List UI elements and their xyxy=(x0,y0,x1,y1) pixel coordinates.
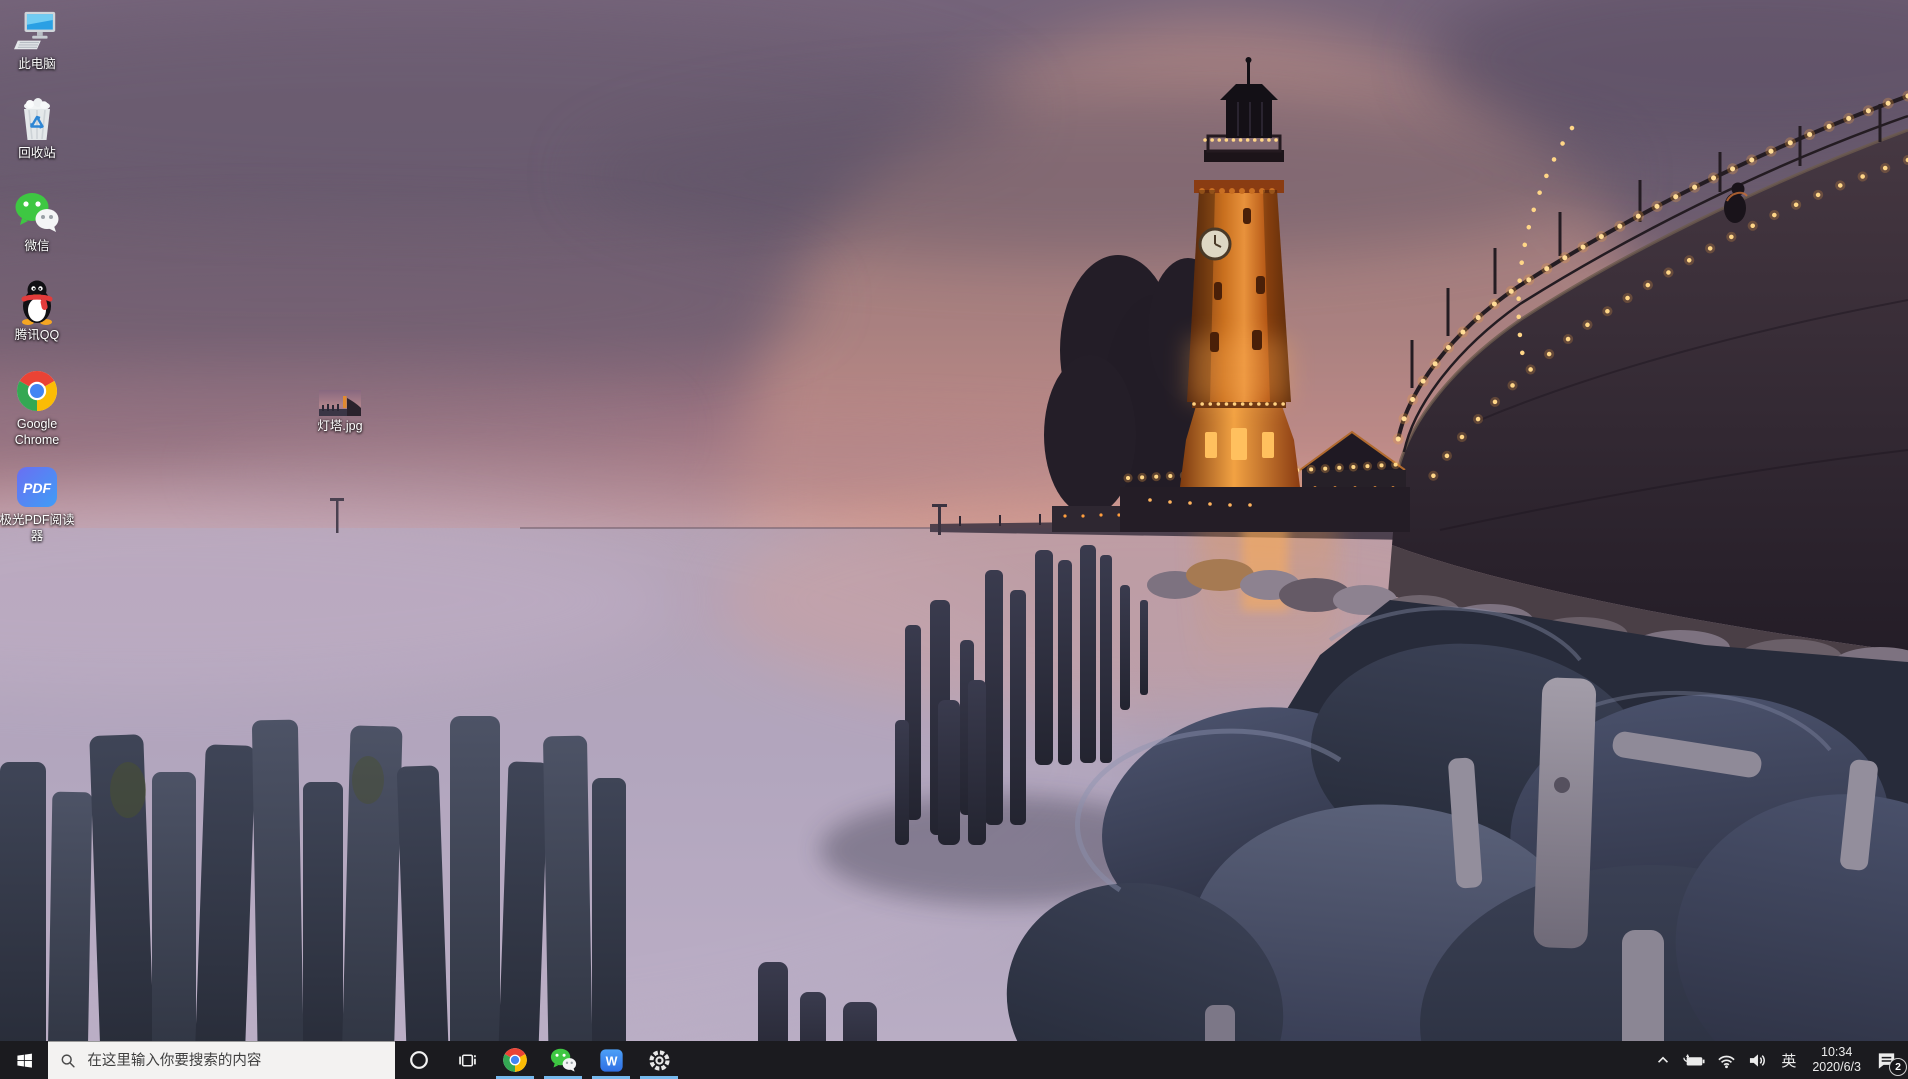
battery-status[interactable] xyxy=(1677,1041,1711,1079)
wifi-icon xyxy=(1717,1052,1736,1069)
notification-badge: 2 xyxy=(1889,1058,1907,1076)
cortana-icon xyxy=(408,1049,430,1071)
cortana-button[interactable] xyxy=(395,1041,443,1079)
desktop-icon-label: 微信 xyxy=(24,239,49,255)
wps-icon: W xyxy=(599,1048,624,1073)
desktop-icon-recycle-bin[interactable]: 回收站 xyxy=(0,97,76,162)
desktop-icon-pdf-reader[interactable]: PDF 极光PDF阅读器 xyxy=(0,464,76,544)
action-center-button[interactable]: 2 xyxy=(1869,1041,1908,1079)
wallpaper-lighthouse-photo xyxy=(0,0,1908,1079)
search-icon xyxy=(60,1052,76,1070)
desktop-icon-chrome[interactable]: Google Chrome xyxy=(0,368,76,448)
chrome-icon xyxy=(14,368,60,414)
svg-text:PDF: PDF xyxy=(23,480,51,496)
windows-logo-icon xyxy=(15,1051,34,1070)
desktop-icon-qq[interactable]: 腾讯QQ xyxy=(0,279,76,344)
task-view-icon xyxy=(457,1050,478,1071)
taskbar: W xyxy=(0,1041,1908,1079)
wechat-icon xyxy=(550,1048,577,1073)
this-pc-icon xyxy=(14,8,60,54)
time-text: 10:34 xyxy=(1821,1045,1852,1060)
ime-indicator[interactable]: 英 xyxy=(1773,1041,1804,1079)
qq-icon xyxy=(14,279,60,325)
task-view-button[interactable] xyxy=(443,1041,491,1079)
volume-status[interactable] xyxy=(1742,1041,1773,1079)
hidden-icons-button[interactable] xyxy=(1649,1041,1677,1079)
desktop-file-label: 灯塔.jpg xyxy=(317,419,362,435)
desktop-icon-label: 此电脑 xyxy=(18,57,56,73)
start-button[interactable] xyxy=(0,1041,48,1079)
svg-text:W: W xyxy=(605,1054,617,1068)
system-tray: 英 10:34 2020/6/3 2 xyxy=(1649,1041,1908,1079)
image-thumbnail-icon xyxy=(319,390,361,416)
search-input[interactable] xyxy=(85,1052,383,1070)
recycle-bin-icon xyxy=(14,97,60,143)
settings-taskbar-button[interactable] xyxy=(635,1041,683,1079)
taskbar-search-box[interactable] xyxy=(48,1041,395,1079)
chevron-up-icon xyxy=(1655,1052,1671,1068)
wechat-icon xyxy=(14,190,60,236)
desktop-icon-label: 腾讯QQ xyxy=(15,328,59,344)
pdf-reader-icon: PDF xyxy=(14,464,60,510)
desktop-file-lighthouse-jpg[interactable]: 灯塔.jpg xyxy=(301,390,379,435)
ime-label: 英 xyxy=(1781,1050,1796,1071)
speaker-icon xyxy=(1748,1052,1767,1069)
network-status[interactable] xyxy=(1711,1041,1742,1079)
desktop-icon-label: Google Chrome xyxy=(0,417,76,448)
date-text: 2020/6/3 xyxy=(1812,1060,1861,1075)
clock[interactable]: 10:34 2020/6/3 xyxy=(1804,1041,1869,1079)
desktop-icon-label: 回收站 xyxy=(18,146,56,162)
wechat-taskbar-button[interactable] xyxy=(539,1041,587,1079)
wps-taskbar-button[interactable]: W xyxy=(587,1041,635,1079)
desktop-icon-label: 极光PDF阅读器 xyxy=(0,513,76,544)
chrome-icon xyxy=(502,1047,528,1073)
desktop-icon-wechat[interactable]: 微信 xyxy=(0,190,76,255)
desktop-icon-this-pc[interactable]: 此电脑 xyxy=(0,8,76,73)
gear-icon xyxy=(647,1048,672,1073)
chrome-taskbar-button[interactable] xyxy=(491,1041,539,1079)
battery-charging-icon xyxy=(1683,1052,1705,1069)
